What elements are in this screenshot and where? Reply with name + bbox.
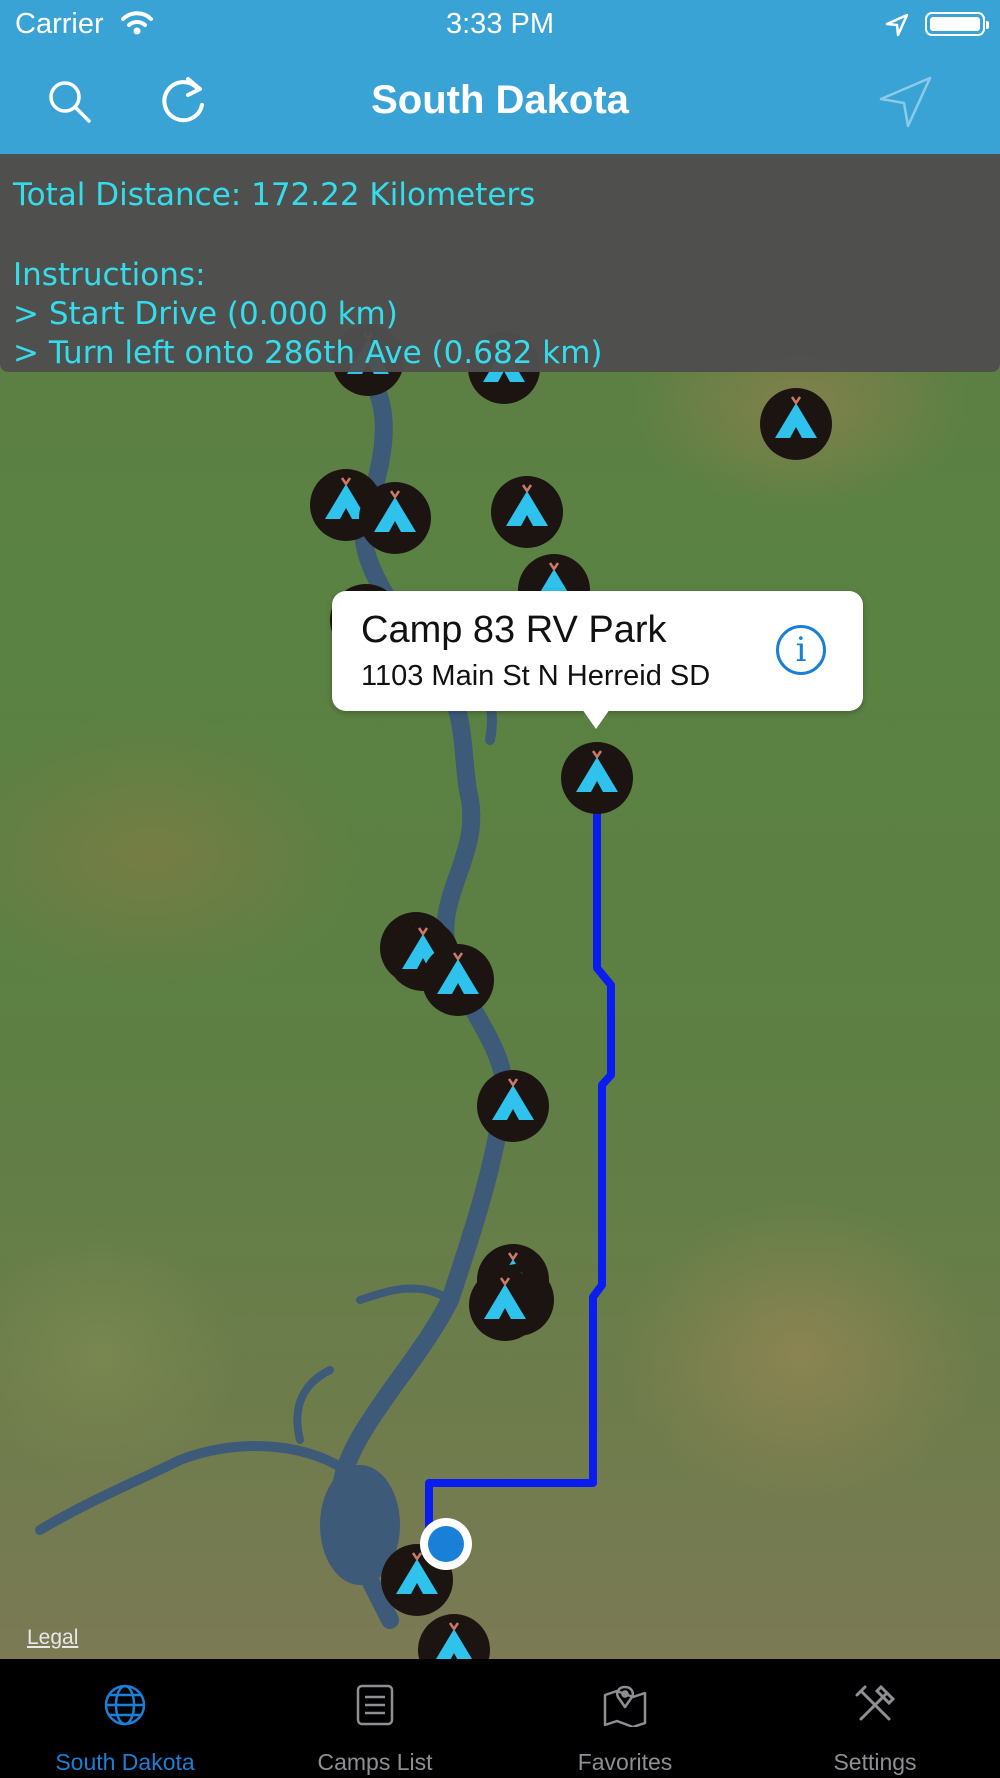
tab-label: Settings (833, 1749, 917, 1775)
callout-pointer (582, 709, 610, 729)
camp-marker[interactable] (467, 1267, 543, 1343)
camp-callout[interactable]: Camp 83 RV Park 1103 Main St N Herreid S… (332, 591, 863, 729)
total-distance: Total Distance: 172.22 Kilometers (13, 177, 536, 213)
status-time: 3:33 PM (446, 8, 554, 40)
tab-south-dakota[interactable]: South Dakota (0, 1659, 250, 1778)
tab-label: South Dakota (55, 1749, 195, 1775)
camp-markers[interactable] (308, 322, 834, 1659)
navigate-button[interactable] (876, 72, 936, 132)
camp-marker[interactable] (475, 1068, 551, 1144)
tab-settings[interactable]: Settings (750, 1659, 1000, 1778)
battery-icon (925, 12, 989, 36)
instructions-label: Instructions: (13, 257, 206, 293)
camp-marker[interactable] (489, 474, 565, 550)
satellite-map[interactable] (0, 154, 1000, 1659)
user-location-dot (420, 1518, 472, 1570)
tools-icon (855, 1684, 896, 1721)
tab-bar: South Dakota Camps List Favorites Settin… (0, 1659, 1000, 1778)
camp-marker[interactable] (416, 1612, 492, 1659)
location-services-icon (884, 12, 910, 43)
page-title: South Dakota (371, 78, 629, 122)
route-line (425, 808, 615, 1549)
camp-marker[interactable] (420, 942, 496, 1018)
camp-marker[interactable] (758, 386, 834, 462)
callout-title: Camp 83 RV Park (361, 609, 667, 651)
map-pin-icon (603, 1685, 647, 1727)
camp-marker[interactable] (357, 480, 433, 556)
list-icon (356, 1684, 394, 1726)
tab-label: Favorites (577, 1749, 673, 1775)
globe-icon (104, 1684, 146, 1726)
tab-camps-list[interactable]: Camps List (250, 1659, 500, 1778)
navigation-arrow-icon (879, 76, 932, 128)
info-icon[interactable]: i (776, 625, 826, 675)
tab-label: Camps List (317, 1749, 433, 1775)
camp-marker[interactable] (559, 740, 635, 816)
callout-address: 1103 Main St N Herreid SD (361, 660, 711, 692)
legal-link[interactable]: Legal (27, 1626, 78, 1650)
instruction-step: > Start Drive (0.000 km) (13, 296, 398, 332)
top-bar: Carrier 3:33 PM South Dakota (0, 0, 1000, 154)
tab-favorites[interactable]: Favorites (500, 1659, 750, 1778)
instruction-step: > Turn left onto 286th Ave (0.682 km) (13, 335, 603, 371)
route-info-panel: Total Distance: 172.22 Kilometers Instru… (0, 154, 1000, 372)
